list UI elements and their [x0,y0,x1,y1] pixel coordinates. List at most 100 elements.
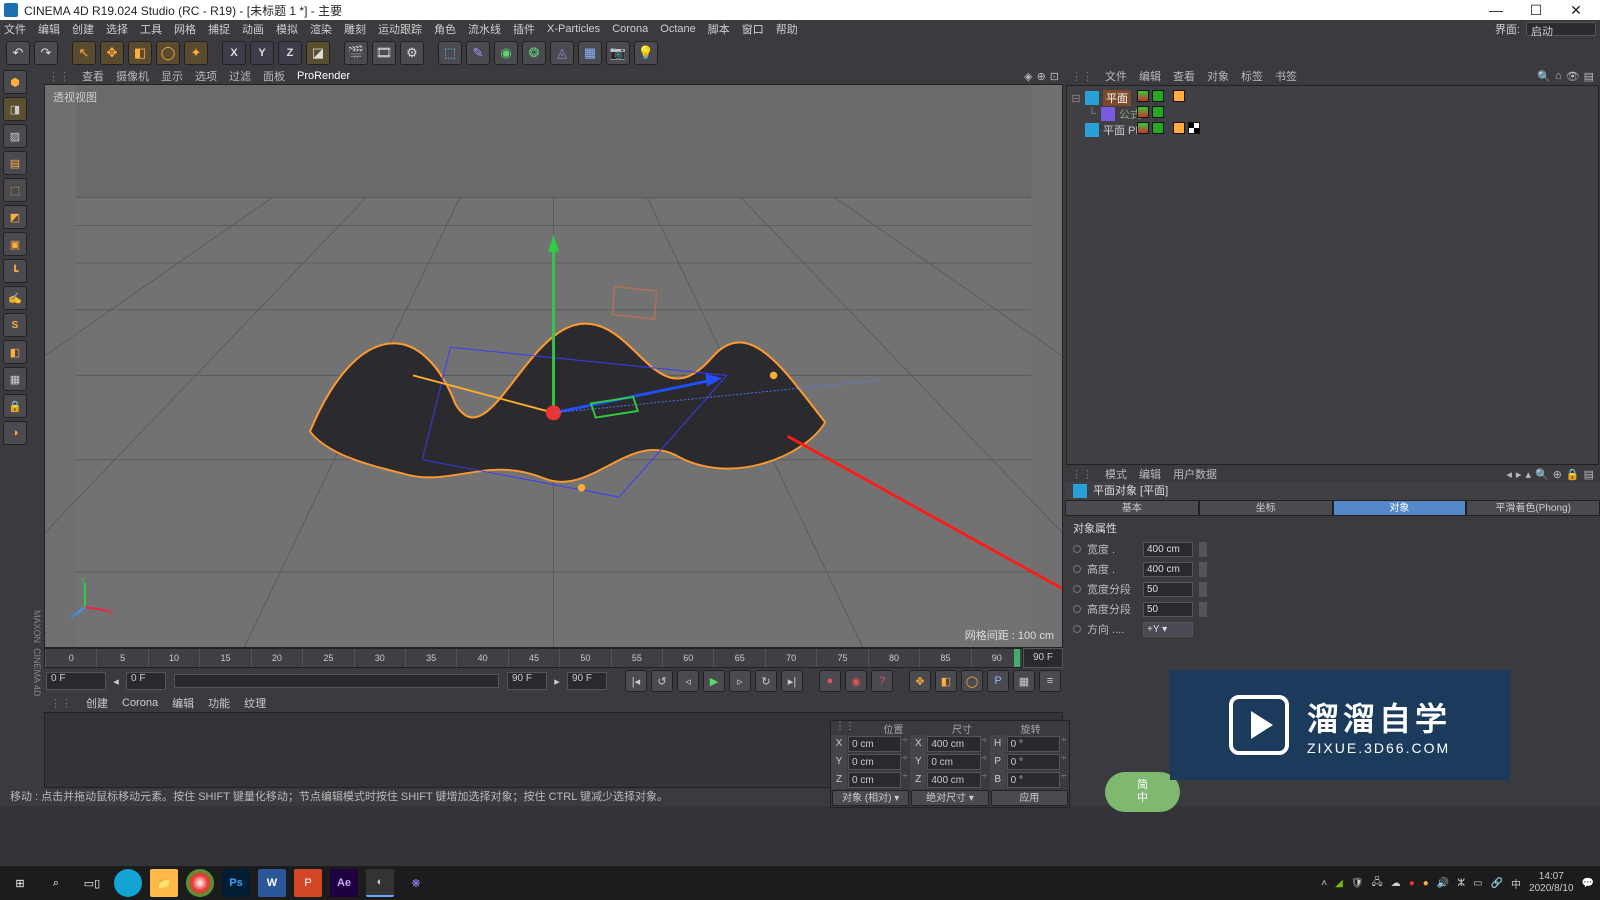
redo-button[interactable]: ↷ [34,41,58,65]
key-rot[interactable]: ◯ [961,670,983,692]
vp-icon-3[interactable]: ⊡ [1050,70,1059,83]
menu-item[interactable]: 运动跟踪 [378,21,422,37]
key-pos[interactable]: ✥ [909,670,931,692]
prev-frame[interactable]: ◃ [677,670,699,692]
texture-mode[interactable]: ▨ [3,124,27,148]
enable-toggle[interactable] [1152,90,1164,102]
select-tool[interactable]: ↖ [72,41,96,65]
z-axis-lock[interactable]: Z [278,41,302,65]
deformed-plane[interactable] [310,324,825,482]
close-button[interactable]: ✕ [1556,2,1596,19]
add-camera[interactable]: 📷 [606,41,630,65]
tray-up-icon[interactable]: ˄ [1321,878,1327,889]
range-end[interactable]: 90 F [507,672,547,690]
range-start[interactable]: 0 F [46,672,106,690]
move-tool[interactable]: ✥ [100,41,124,65]
undo-button[interactable]: ↶ [6,41,30,65]
menu-item[interactable]: 帮助 [776,21,798,37]
model-mode[interactable]: ◨ [3,97,27,121]
attr-new-icon[interactable]: ⊕ [1553,468,1562,481]
last-tool[interactable]: ✦ [184,41,208,65]
render-pv[interactable]: 🎞 [372,41,396,65]
view-tab[interactable]: 摄像机 [116,68,149,84]
coord-size[interactable]: 0 cm [927,754,980,770]
playhead[interactable] [1014,649,1020,667]
coord-size[interactable]: 400 cm [927,772,980,788]
om-eye-icon[interactable]: 👁 [1566,70,1580,83]
tray-shield-icon[interactable]: 🛡 [1351,878,1364,889]
add-nurbs[interactable]: ◉ [494,41,518,65]
keyframe-dot[interactable] [1073,585,1081,593]
visibility-toggle[interactable] [1137,122,1149,134]
add-generator[interactable]: ❂ [522,41,546,65]
vp-icon-2[interactable]: ⊕ [1037,70,1046,83]
add-environment[interactable]: ▦ [578,41,602,65]
material-tab[interactable]: 创建 [86,695,108,711]
spinner[interactable] [1199,562,1207,577]
keyframe-dot[interactable] [1073,545,1081,553]
om-search-icon[interactable]: 🔍 [1537,70,1551,83]
spinner[interactable] [1199,582,1207,597]
vp-icon-1[interactable]: ◈ [1024,70,1032,83]
tray-link-icon[interactable]: 🔗 [1491,878,1503,889]
enable-toggle[interactable] [1152,106,1164,118]
menu-item[interactable]: Corona [612,23,648,35]
om-tab[interactable]: 查看 [1173,68,1195,84]
menu-item[interactable]: 文件 [4,21,26,37]
tray-nvidia-icon[interactable]: ◢ [1335,878,1343,889]
menu-item[interactable]: 窗口 [742,21,764,37]
prev-key[interactable]: ↺ [651,670,673,692]
tray-clock[interactable]: 14:072020/8/10 [1529,871,1574,895]
menu-item[interactable]: 模拟 [276,21,298,37]
app-word[interactable]: W [258,869,286,897]
enable-toggle[interactable] [1152,122,1164,134]
menu-item[interactable]: 角色 [434,21,456,37]
visibility-toggle[interactable] [1137,90,1149,102]
menu-item[interactable]: 雕刻 [344,21,366,37]
attr-lock-icon[interactable]: 🔒 [1566,468,1580,481]
attr-subtab[interactable]: 基本 [1065,500,1199,516]
spinner[interactable] [1199,542,1207,557]
keyframe-dot[interactable] [1073,625,1081,633]
timeline-ruler[interactable]: 051015202530354045505560657075808590 90 … [44,648,1063,668]
keyframe-dot[interactable] [1073,605,1081,613]
attr-value[interactable]: 50 [1143,602,1193,617]
timeline-end-field[interactable]: 90 F [1023,648,1063,668]
attr-prev-icon[interactable]: ◂ [1506,468,1512,481]
workplane-toggle[interactable]: ◧ [3,340,27,364]
range-slider[interactable] [174,674,499,688]
tray-notifications-icon[interactable]: 💬 [1582,878,1594,889]
point-mode[interactable]: ⬚ [3,178,27,202]
add-deformer[interactable]: ◬ [550,41,574,65]
key-scale[interactable]: ◧ [935,670,957,692]
key-menu[interactable]: ≡ [1039,670,1061,692]
app-c4d-task[interactable]: ◐ [366,869,394,897]
scale-tool[interactable]: ◧ [128,41,152,65]
menu-item[interactable]: 动画 [242,21,264,37]
search-button[interactable]: ⌕ [42,869,70,897]
make-editable[interactable]: ⬢ [3,70,27,94]
om-home-icon[interactable]: ⌂ [1555,70,1562,83]
app-browser[interactable] [114,869,142,897]
attr-subtab[interactable]: 平滑着色(Phong) [1466,500,1600,516]
material-tab[interactable]: 纹理 [244,695,266,711]
menu-item[interactable]: 工具 [140,21,162,37]
key-param[interactable]: P [987,670,1009,692]
y-axis-lock[interactable]: Y [250,41,274,65]
om-tab[interactable]: 书签 [1275,68,1297,84]
x-axis-lock[interactable]: X [222,41,246,65]
om-menu-icon[interactable]: ▤ [1584,70,1594,83]
tray-cloud-icon[interactable]: ☁ [1391,878,1401,889]
visibility-toggle[interactable] [1137,106,1149,118]
menu-item[interactable]: 网格 [174,21,196,37]
add-pen[interactable]: ✎ [466,41,490,65]
add-cube[interactable]: ⬚ [438,41,462,65]
key-options[interactable]: ? [871,670,893,692]
next-key[interactable]: ↻ [755,670,777,692]
coord-mode-1[interactable]: 对象 (相对) ▾ [832,790,909,806]
attr-tab[interactable]: 用户数据 [1173,466,1217,482]
tray-ime-icon[interactable]: 中 [1511,876,1521,891]
tray-vol-icon[interactable]: 🔊 [1437,878,1449,889]
viewport-solo[interactable]: ▦ [3,367,27,391]
coord-mode-2[interactable]: 绝对尺寸 ▾ [911,790,988,806]
